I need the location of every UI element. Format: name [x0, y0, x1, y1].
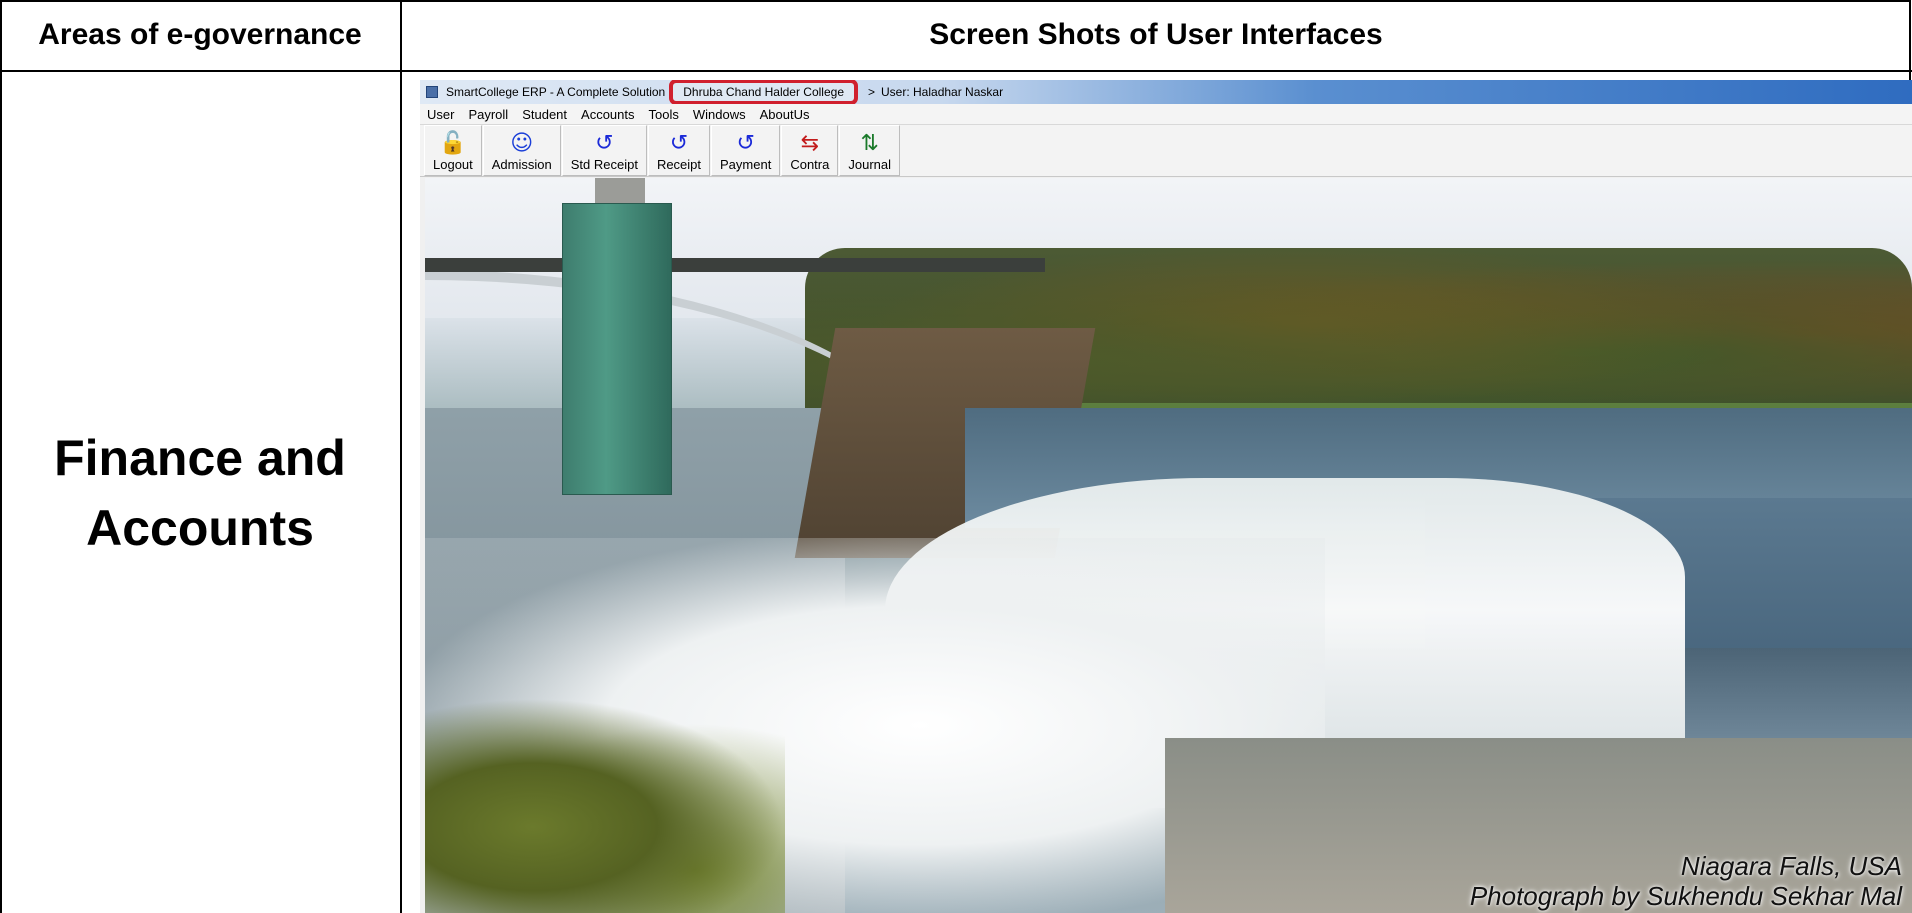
- title-user: User: Haladhar Naskar: [881, 85, 1004, 99]
- toolbar-button-label: Payment: [720, 157, 772, 172]
- contra-button[interactable]: ⇆ Contra: [781, 125, 839, 176]
- toolbar-button-label: Receipt: [656, 157, 702, 172]
- std-receipt-icon: ↺: [595, 131, 614, 156]
- toolbar-button-label: Std Receipt: [570, 157, 638, 172]
- smiley-icon: ☺: [510, 131, 534, 156]
- payment-icon: ↺: [736, 131, 755, 156]
- toolbar: 🔓 Logout ☺ Admission ↺ Std Receipt ↺ Receipt ↺ Pa…: [420, 125, 1912, 177]
- menu-bar: User Payroll Student Accounts Tools Windows Ab…: [420, 104, 1912, 125]
- logout-icon: 🔓: [439, 131, 467, 156]
- window-titlebar: SmartCollege ERP - A Complete Solution D…: [420, 80, 1912, 105]
- menu-item-student[interactable]: Student: [515, 107, 574, 122]
- header-areas: Areas of e-governance: [38, 18, 362, 51]
- menu-item-user[interactable]: User: [420, 107, 461, 122]
- title-college-highlight: Dhruba Chand Halder College: [669, 80, 858, 105]
- photo-bridge: [425, 258, 1045, 272]
- app-window-icon: [426, 86, 438, 98]
- menu-item-aboutus[interactable]: AboutUs: [753, 107, 817, 122]
- photo-foliage: [425, 698, 785, 913]
- toolbar-button-label: Logout: [433, 157, 473, 172]
- area-cell: Finance and Accounts: [0, 72, 400, 913]
- receipt-button[interactable]: ↺ Receipt: [647, 125, 711, 176]
- toolbar-button-label: Admission: [491, 157, 552, 172]
- photo-caption: Niagara Falls, USA Photograph by Sukhend…: [1470, 851, 1902, 911]
- toolbar-button-label: Contra: [790, 157, 830, 172]
- menu-item-windows[interactable]: Windows: [686, 107, 753, 122]
- erp-screenshot: SmartCollege ERP - A Complete Solution D…: [420, 80, 1912, 913]
- contra-icon: ⇆: [800, 131, 820, 156]
- header-screenshots: Screen Shots of User Interfaces: [929, 18, 1383, 51]
- title-separator: >: [868, 85, 876, 99]
- std-receipt-button[interactable]: ↺ Std Receipt: [561, 125, 647, 176]
- title-app-name: SmartCollege ERP - A Complete Solution: [446, 85, 666, 99]
- menu-item-accounts[interactable]: Accounts: [574, 107, 641, 122]
- column-divider: [400, 0, 402, 913]
- receipt-icon: ↺: [669, 131, 689, 156]
- payment-button[interactable]: ↺ Payment: [711, 125, 781, 176]
- background-photo: Niagara Falls, USA Photograph by Sukhend…: [425, 178, 1912, 913]
- journal-icon: ⇅: [860, 131, 879, 156]
- menu-item-payroll[interactable]: Payroll: [461, 107, 515, 122]
- admission-button[interactable]: ☺ Admission: [482, 125, 561, 176]
- menu-item-tools[interactable]: Tools: [642, 107, 686, 122]
- photo-observation-tower: [562, 203, 672, 495]
- logout-button[interactable]: 🔓 Logout: [424, 125, 482, 176]
- journal-button[interactable]: ⇅ Journal: [839, 125, 900, 176]
- caption-line-2: Photograph by Sukhendu Sekhar Mal: [1469, 881, 1902, 911]
- caption-line-1: Niagara Falls, USA: [1680, 851, 1902, 881]
- area-label: Finance and Accounts: [54, 429, 346, 556]
- toolbar-button-label: Journal: [848, 157, 891, 172]
